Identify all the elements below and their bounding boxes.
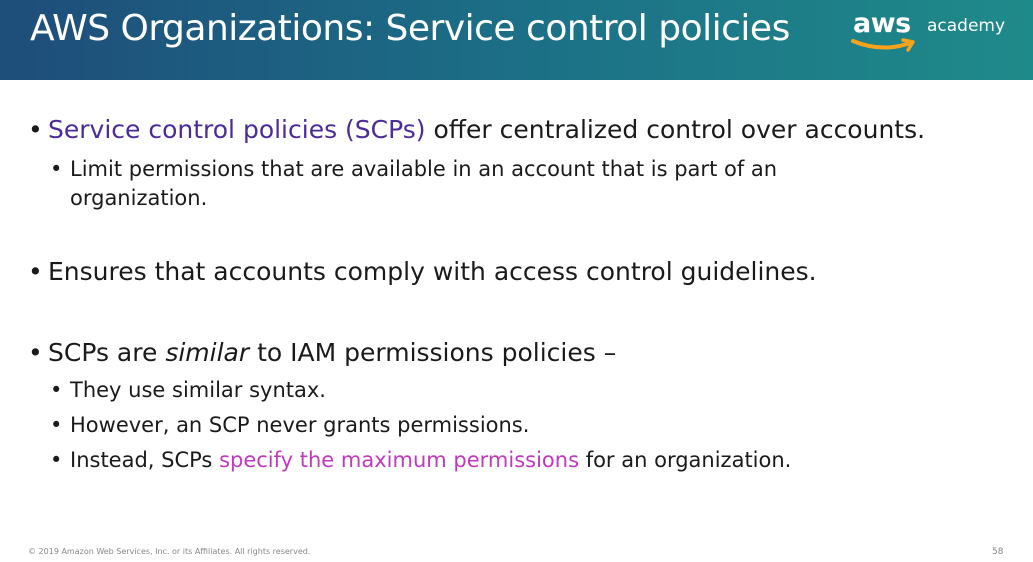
sub-bullet-maximum-post: for an organization. [579, 448, 792, 472]
slide-header: AWS Organizations: Service control polic… [0, 0, 1033, 80]
sub-bullet-never-grants: • However, an SCP never grants permission… [50, 413, 530, 437]
sub-bullet-syntax: • They use similar syntax. [50, 378, 326, 402]
sub-bullet-line1: Limit permissions that are available in … [70, 157, 778, 181]
aws-academy-logo: aws academy [850, 6, 1020, 62]
bullet-similar-pre: SCPs are [48, 338, 166, 367]
bullet-similar-post: to IAM permissions policies – [249, 338, 617, 367]
sub-bullet-line2: organization. [70, 186, 208, 210]
logo-brand: aws [853, 8, 911, 39]
bullet-comply-text: Ensures that accounts comply with access… [48, 257, 817, 286]
bullet-similar-em: similar [165, 338, 250, 367]
sub-bullet-maximum-pre: Instead, SCPs [70, 448, 220, 472]
logo-product: academy [927, 16, 1006, 36]
slide-title: AWS Organizations: Service control polic… [30, 8, 790, 49]
page-number: 58 [992, 547, 1004, 557]
bullet-comply: • Ensures that accounts comply with acces… [28, 257, 817, 286]
sub-bullet-never-grants-text: However, an SCP never grants permissions… [70, 413, 530, 437]
bullet-similar: • SCPs are similar to IAM permissions pol… [28, 338, 617, 367]
aws-smile-icon [851, 38, 915, 52]
bullet-scps: • Service control policies (SCPs) offer c… [28, 115, 926, 144]
sub-bullet-limit-permissions: • Limit permissions that are available in… [50, 157, 778, 210]
bullet-scps-text: offer centralized control over accounts. [425, 115, 926, 144]
sub-bullet-maximum-highlight: specify the maximum permissions [219, 448, 580, 472]
copyright-footer: © 2019 Amazon Web Services, Inc. or its … [28, 547, 311, 556]
sub-bullet-maximum: • Instead, SCPs specify the maximum permi… [50, 448, 792, 472]
sub-bullet-syntax-text: They use similar syntax. [70, 378, 326, 402]
bullet-scps-highlight: Service control policies (SCPs) [48, 115, 426, 144]
